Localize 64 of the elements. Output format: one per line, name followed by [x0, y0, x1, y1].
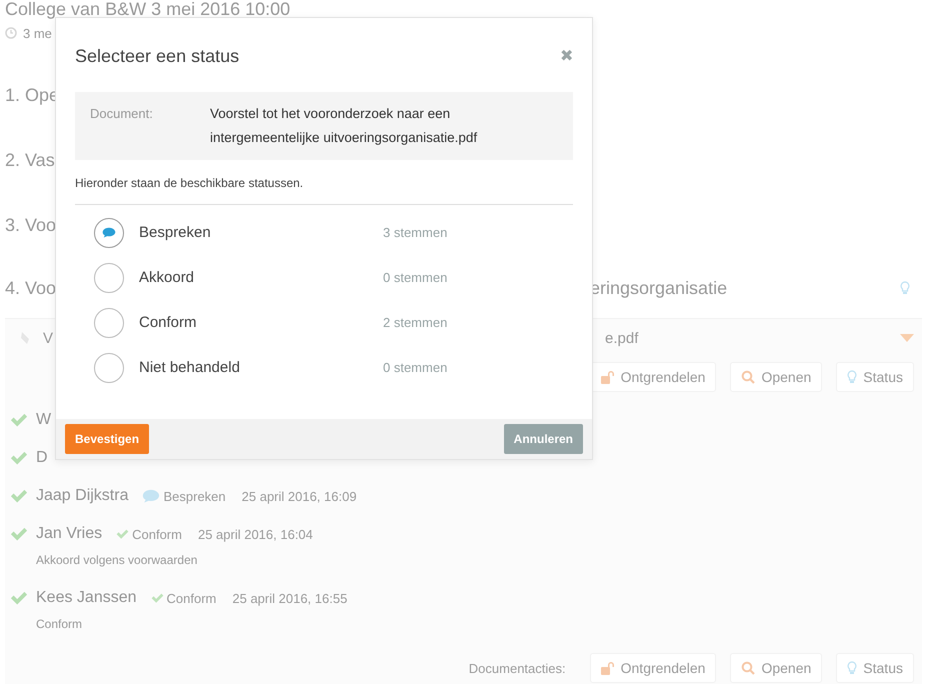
lightbulb-icon	[900, 281, 910, 295]
status-label: Akkoord	[139, 269, 196, 286]
status-label: Niet behandeld	[139, 359, 241, 376]
status-label: Bespreken	[139, 224, 212, 241]
search-icon	[741, 661, 756, 675]
status-radio[interactable]	[94, 352, 124, 382]
vote-time: 25 april 2016, 16:09	[242, 488, 357, 504]
vote-time: 25 april 2016, 16:55	[232, 590, 348, 606]
unlocked-padlock-icon	[600, 661, 615, 675]
speech-bubble-icon	[142, 488, 160, 504]
status-label: Conform	[139, 314, 198, 331]
close-button[interactable]: ✖	[560, 46, 573, 66]
check-icon	[116, 528, 130, 540]
check-icon	[10, 412, 28, 428]
page-title: College van B&W 3 mei 2016 10:00	[4, 0, 292, 21]
vote-count: 2 stemmen	[383, 315, 448, 330]
voter-name: Jan Vries	[36, 525, 102, 543]
agenda-item-title: 2. Vas	[5, 150, 55, 171]
agenda-item-title: eringsorganisatie	[590, 278, 728, 298]
meeting-date: 3 me	[23, 26, 52, 40]
unlocked-padlock-icon	[600, 370, 615, 384]
check-icon	[10, 590, 28, 606]
status-radio[interactable]	[94, 308, 124, 338]
check-icon	[150, 592, 164, 604]
cancel-button[interactable]: Annuleren	[504, 424, 583, 454]
dialog-title: Selecteer een status	[75, 46, 240, 66]
open-button[interactable]: Openen	[730, 362, 822, 392]
check-icon	[10, 488, 28, 504]
actions-label: Documentacties:	[468, 660, 566, 676]
lightbulb-icon	[847, 661, 858, 675]
caret-down-icon[interactable]	[900, 333, 914, 343]
clock-icon	[5, 27, 17, 39]
vote-count: 3 stemmen	[383, 225, 448, 240]
status-radio[interactable]	[94, 262, 124, 292]
speech-bubble-icon	[102, 226, 116, 238]
document-name: V	[43, 330, 54, 346]
confirm-button[interactable]: Bevestigen	[65, 424, 150, 454]
check-icon	[10, 450, 28, 466]
vote-count: 0 stemmen	[383, 360, 448, 375]
status-radio[interactable]	[94, 218, 124, 248]
intro-text: Hieronder staan de beschikbare statussen.	[75, 176, 304, 190]
open-button[interactable]: Openen	[730, 653, 822, 683]
unlock-button[interactable]: Ontgrendelen	[590, 653, 716, 683]
agenda-item-title: 4. Voo	[5, 278, 56, 298]
document-label: Document:	[90, 105, 154, 123]
vote-comment: Akkoord volgens voorwaarden	[36, 553, 198, 567]
voter-name: Jaap Dijkstra	[36, 487, 128, 505]
vote-count: 0 stemmen	[383, 270, 448, 285]
check-icon	[10, 526, 28, 542]
voter-name: Kees Janssen	[36, 589, 137, 607]
vote-status: Bespreken	[163, 488, 226, 504]
status-button[interactable]: Status	[836, 362, 914, 392]
lightbulb-icon	[847, 370, 858, 384]
voter-name: D	[36, 449, 48, 467]
voter-name: W	[36, 411, 52, 429]
document-name: Voorstel tot het vooronderzoek naar een intergemeentelijke uitvoeringsorganisatie.pdf	[210, 105, 478, 147]
status-button[interactable]: Status	[836, 653, 914, 683]
search-icon	[741, 370, 756, 384]
vote-comment: Conform	[36, 617, 82, 631]
agenda-item-title: 3. Voo	[5, 215, 56, 236]
document-name: e.pdf	[605, 330, 640, 346]
vote-status: Conform	[166, 590, 216, 606]
vote-status: Conform	[132, 526, 182, 542]
vote-time: 25 april 2016, 16:04	[198, 526, 313, 542]
